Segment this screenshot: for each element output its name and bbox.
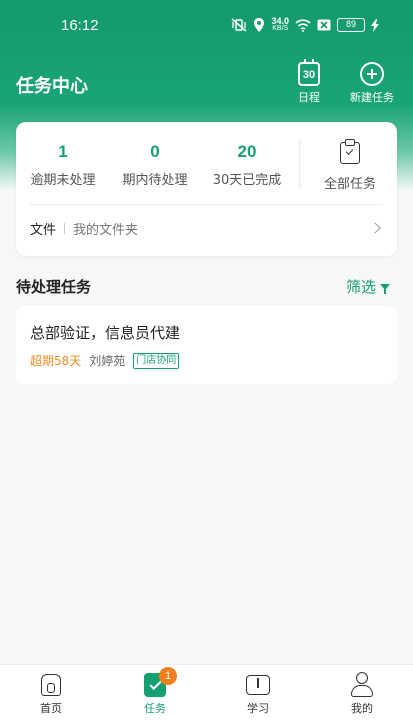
stat-label: 逾期未处理 bbox=[30, 173, 96, 188]
plus-circle-icon bbox=[360, 62, 384, 86]
task-meta: 超期58天 刘婷苑 门店协同 bbox=[30, 352, 180, 369]
schedule-button[interactable]: 30 日程 bbox=[298, 59, 320, 105]
nav-label: 学习 bbox=[247, 702, 269, 715]
status-icons: 34.0 KB/S 89 bbox=[231, 16, 379, 33]
nav-mine[interactable]: 我的 bbox=[332, 671, 392, 716]
location-icon bbox=[254, 18, 265, 32]
nav-label: 任务 bbox=[144, 702, 166, 715]
all-tasks-label: 全部任务 bbox=[323, 177, 376, 192]
filter-label: 筛选 bbox=[346, 278, 377, 296]
separator bbox=[64, 222, 66, 234]
bottom-nav: 首页 1 任务 学习 我的 bbox=[0, 664, 413, 722]
task-card[interactable]: 总部验证，信息员代建 超期58天 刘婷苑 门店协同 bbox=[16, 306, 397, 384]
vibrate-off-icon bbox=[231, 18, 247, 32]
wifi-icon bbox=[295, 18, 311, 32]
pending-tasks-title: 待处理任务 bbox=[16, 278, 92, 296]
files-label: 文件 bbox=[30, 222, 57, 238]
tasks-badge: 1 bbox=[159, 667, 177, 685]
stat-label: 30天已完成 bbox=[212, 173, 282, 188]
nav-study[interactable]: 学习 bbox=[228, 671, 288, 716]
stat-label: 期内待处理 bbox=[122, 173, 188, 188]
divider bbox=[299, 138, 300, 190]
status-time: 16:12 bbox=[61, 17, 99, 34]
book-icon bbox=[246, 675, 270, 695]
nav-home[interactable]: 首页 bbox=[21, 671, 81, 716]
nav-label: 首页 bbox=[40, 702, 62, 715]
status-bar: 16:12 34.0 KB/S 89 bbox=[0, 0, 413, 56]
filter-button[interactable]: 筛选 bbox=[346, 276, 391, 297]
stat-value: 20 bbox=[237, 142, 257, 161]
task-title: 总部验证，信息员代建 bbox=[30, 324, 181, 342]
new-task-button[interactable]: 新建任务 bbox=[350, 62, 394, 105]
nav-tasks[interactable]: 1 任务 bbox=[125, 667, 185, 716]
battery-indicator: 89 bbox=[337, 18, 365, 32]
all-tasks-button[interactable]: 全部任务 bbox=[312, 139, 388, 192]
funnel-icon bbox=[380, 283, 391, 294]
nav-label: 我的 bbox=[351, 702, 373, 715]
stat-value: 0 bbox=[150, 142, 160, 161]
user-icon bbox=[350, 671, 374, 697]
files-row[interactable]: 文件 我的文件夹 bbox=[30, 218, 383, 238]
schedule-label: 日程 bbox=[298, 91, 320, 104]
calendar-icon: 30 bbox=[298, 59, 320, 86]
stat-overdue[interactable]: 1 逾期未处理 bbox=[28, 142, 98, 188]
sim-off-icon bbox=[317, 19, 331, 31]
task-overdue-status: 超期58天 bbox=[30, 354, 82, 368]
clipboard-check-icon bbox=[340, 139, 360, 164]
stat-completed[interactable]: 20 30天已完成 bbox=[212, 142, 282, 188]
stat-pending[interactable]: 0 期内待处理 bbox=[120, 142, 190, 188]
task-owner: 刘婷苑 bbox=[89, 354, 126, 368]
new-task-label: 新建任务 bbox=[350, 91, 394, 104]
charging-icon bbox=[371, 18, 379, 32]
stat-value: 1 bbox=[58, 142, 68, 161]
divider bbox=[30, 204, 383, 205]
home-icon bbox=[41, 674, 61, 696]
task-tag: 门店协同 bbox=[133, 352, 180, 369]
page-title: 任务中心 bbox=[16, 76, 88, 97]
chevron-right-icon bbox=[369, 222, 381, 234]
my-folder-label: 我的文件夹 bbox=[73, 222, 139, 238]
network-speed: 34.0 KB/S bbox=[271, 16, 289, 33]
task-stats-card: 1 逾期未处理 0 期内待处理 20 30天已完成 全部任务 文件 我的文件夹 bbox=[16, 122, 397, 256]
